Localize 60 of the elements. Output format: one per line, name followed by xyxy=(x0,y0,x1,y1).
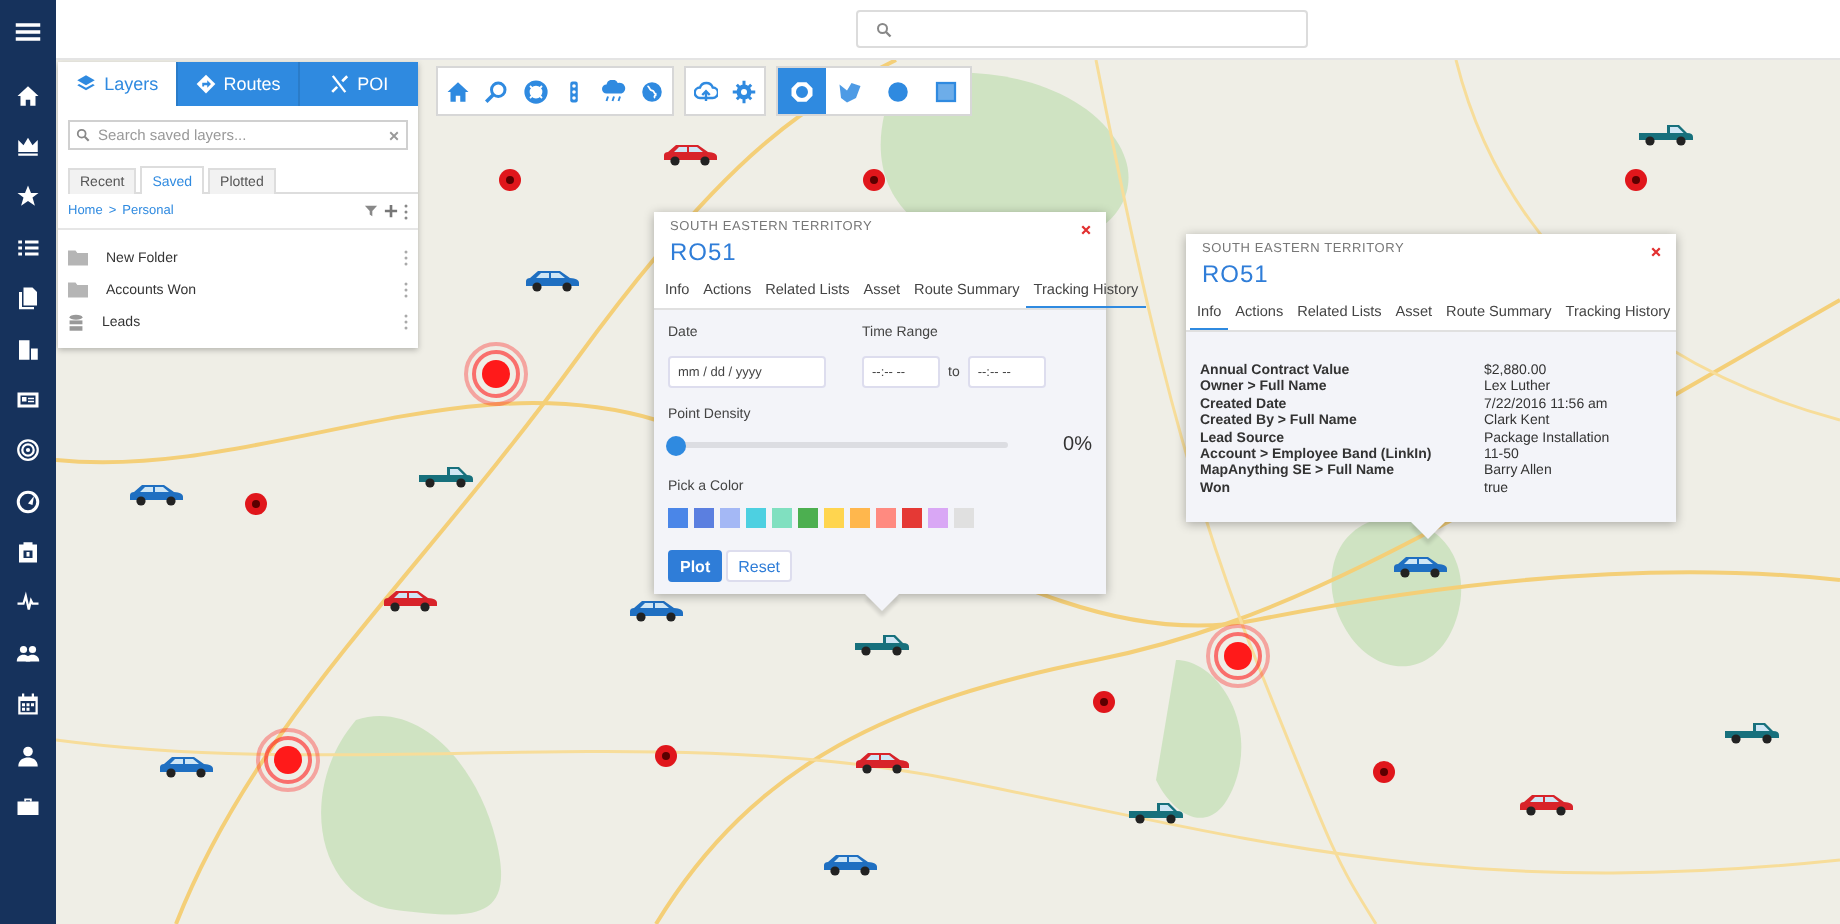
target-icon[interactable] xyxy=(16,438,40,463)
gauge-icon[interactable] xyxy=(16,489,40,514)
filter-icon[interactable] xyxy=(364,204,378,218)
person-icon[interactable] xyxy=(16,743,40,768)
density-slider[interactable] xyxy=(668,435,1008,455)
color-swatch[interactable] xyxy=(876,508,896,528)
pulse-icon[interactable] xyxy=(16,590,40,615)
life-ring-icon xyxy=(523,79,548,103)
search-icon xyxy=(76,128,90,142)
contact-card-icon[interactable] xyxy=(16,387,40,412)
color-swatch[interactable] xyxy=(850,508,870,528)
color-swatch[interactable] xyxy=(954,508,974,528)
color-swatch[interactable] xyxy=(798,508,818,528)
globe-icon xyxy=(640,79,665,103)
reset-button[interactable]: Reset xyxy=(726,550,793,582)
settings-icon xyxy=(732,79,757,103)
search-field[interactable] xyxy=(856,10,1308,48)
color-swatch[interactable] xyxy=(720,508,740,528)
polygon-icon xyxy=(790,79,814,103)
zoom-icon xyxy=(484,79,509,103)
cloud-upload-icon xyxy=(693,79,718,103)
home-icon xyxy=(445,79,470,103)
popup-title: RO51 xyxy=(670,238,737,266)
color-swatch[interactable] xyxy=(746,508,766,528)
documents-icon[interactable] xyxy=(16,286,40,311)
slider-thumb[interactable] xyxy=(666,435,686,455)
popup-title: RO51 xyxy=(1202,260,1269,288)
close-icon[interactable] xyxy=(1650,246,1662,258)
home-icon[interactable] xyxy=(16,83,40,108)
panel-tab[interactable]: Layers xyxy=(58,62,177,106)
square-shape-icon xyxy=(934,79,958,103)
clear-icon[interactable] xyxy=(388,129,400,141)
database-icon xyxy=(68,313,84,331)
checklist-icon[interactable] xyxy=(16,235,40,260)
layers-icon xyxy=(76,74,97,94)
color-swatch[interactable] xyxy=(824,508,844,528)
building-icon[interactable] xyxy=(16,337,40,362)
close-icon[interactable] xyxy=(1080,224,1092,236)
briefcase-icon[interactable] xyxy=(16,793,40,818)
weather-icon xyxy=(601,79,626,103)
clipboard-icon[interactable] xyxy=(16,540,40,565)
slider-reading: 0% xyxy=(1061,434,1092,456)
color-swatch[interactable] xyxy=(668,508,688,528)
circle-shape-icon xyxy=(886,79,910,103)
map-tool-button[interactable] xyxy=(778,68,826,114)
color-swatch[interactable] xyxy=(772,508,792,528)
lasso-shape-icon xyxy=(838,79,862,103)
route-diamond-icon xyxy=(195,74,216,94)
color-swatch[interactable] xyxy=(902,508,922,528)
calendar-icon[interactable] xyxy=(16,692,40,717)
fork-knife-icon xyxy=(329,74,350,94)
menu-icon[interactable] xyxy=(14,18,42,46)
add-icon[interactable] xyxy=(384,204,398,218)
search-icon xyxy=(876,21,892,37)
plot-button[interactable]: Plot xyxy=(668,550,723,582)
star-icon[interactable] xyxy=(16,184,40,209)
color-swatch[interactable] xyxy=(928,508,948,528)
color-swatch[interactable] xyxy=(694,508,714,528)
crown-icon[interactable] xyxy=(16,134,40,159)
people-icon[interactable] xyxy=(16,641,40,666)
